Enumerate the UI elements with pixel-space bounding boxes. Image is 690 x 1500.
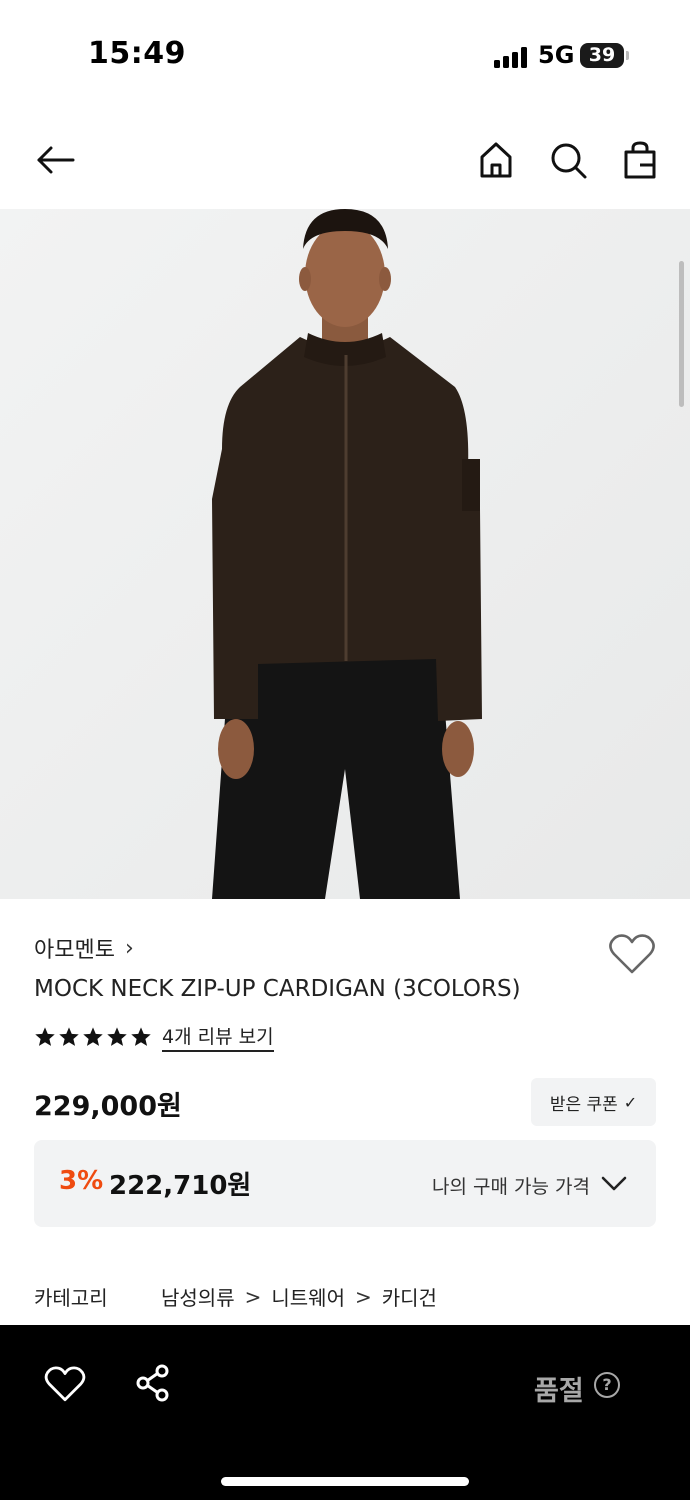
home-button[interactable]: [472, 136, 520, 184]
coupon-label: 받은 쿠폰: [549, 1094, 618, 1115]
category-item-knitwear[interactable]: 니트웨어: [271, 1282, 345, 1311]
breadcrumb-separator: >: [354, 1284, 372, 1309]
search-icon: [551, 143, 587, 179]
heart-icon: [44, 1366, 86, 1402]
discount-rate: 3%: [59, 1166, 104, 1196]
sold-out-label: 품절: [534, 1376, 584, 1407]
received-coupon-button[interactable]: 받은 쿠폰 ✓: [531, 1078, 656, 1126]
product-image[interactable]: [0, 209, 690, 899]
signal-strength-icon: [494, 46, 530, 68]
home-icon: [480, 142, 512, 178]
status-time: 15:49: [88, 36, 186, 71]
rating-row: 4개 리뷰 보기: [34, 1022, 274, 1052]
network-type: 5G: [538, 41, 575, 69]
model-photo: [0, 209, 690, 899]
star-icon: [131, 1027, 151, 1046]
brand-name: 아모멘토: [34, 938, 115, 963]
wishlist-button[interactable]: [608, 932, 656, 976]
check-icon: ✓: [623, 1092, 638, 1112]
image-scroll-indicator: [679, 261, 684, 407]
help-icon[interactable]: ?: [594, 1372, 620, 1398]
final-price: 222,710원: [109, 1171, 252, 1201]
star-icon: [35, 1027, 55, 1046]
my-price-panel[interactable]: 3% 222,710원 나의 구매 가능 가격: [34, 1140, 656, 1227]
battery-cap: [626, 51, 629, 60]
brand-link[interactable]: 아모멘토 ›: [34, 932, 134, 964]
star-icon: [107, 1027, 127, 1046]
bottom-wishlist-button[interactable]: [44, 1363, 86, 1405]
original-price: 229,000원: [34, 1091, 182, 1122]
cart-button[interactable]: [616, 136, 664, 184]
breadcrumb-separator: >: [244, 1284, 262, 1309]
top-nav-bar: [0, 120, 690, 200]
category-label: 카테고리: [34, 1286, 108, 1310]
category-item-mens-clothing[interactable]: 남성의류: [161, 1282, 235, 1311]
star-rating: [34, 1026, 152, 1048]
arrow-left-icon: [37, 146, 75, 174]
product-name: MOCK NECK ZIP-UP CARDIGAN (3COLORS): [34, 976, 521, 1002]
category-item-cardigan[interactable]: 카디건: [382, 1282, 437, 1311]
my-price-label: 나의 구매 가능 가격: [432, 1176, 590, 1198]
chevron-down-icon: [601, 1176, 627, 1191]
battery-icon: 39: [580, 43, 624, 68]
home-indicator[interactable]: [221, 1477, 469, 1486]
chevron-right-icon: ›: [124, 935, 134, 961]
star-icon: [59, 1027, 79, 1046]
star-icon: [83, 1027, 103, 1046]
shopping-bag-icon: [624, 141, 656, 179]
review-link[interactable]: 4개 리뷰 보기: [162, 1022, 274, 1052]
category-breadcrumb: 카테고리 남성의류 > 니트웨어 > 카디건: [34, 1282, 437, 1311]
heart-icon: [609, 934, 655, 974]
bottom-action-bar: 품절 ?: [0, 1325, 690, 1500]
status-bar: 15:49 5G 39: [0, 0, 690, 110]
back-button[interactable]: [31, 136, 79, 184]
share-button[interactable]: [134, 1363, 174, 1403]
search-button[interactable]: [544, 136, 592, 184]
share-icon: [136, 1364, 169, 1402]
